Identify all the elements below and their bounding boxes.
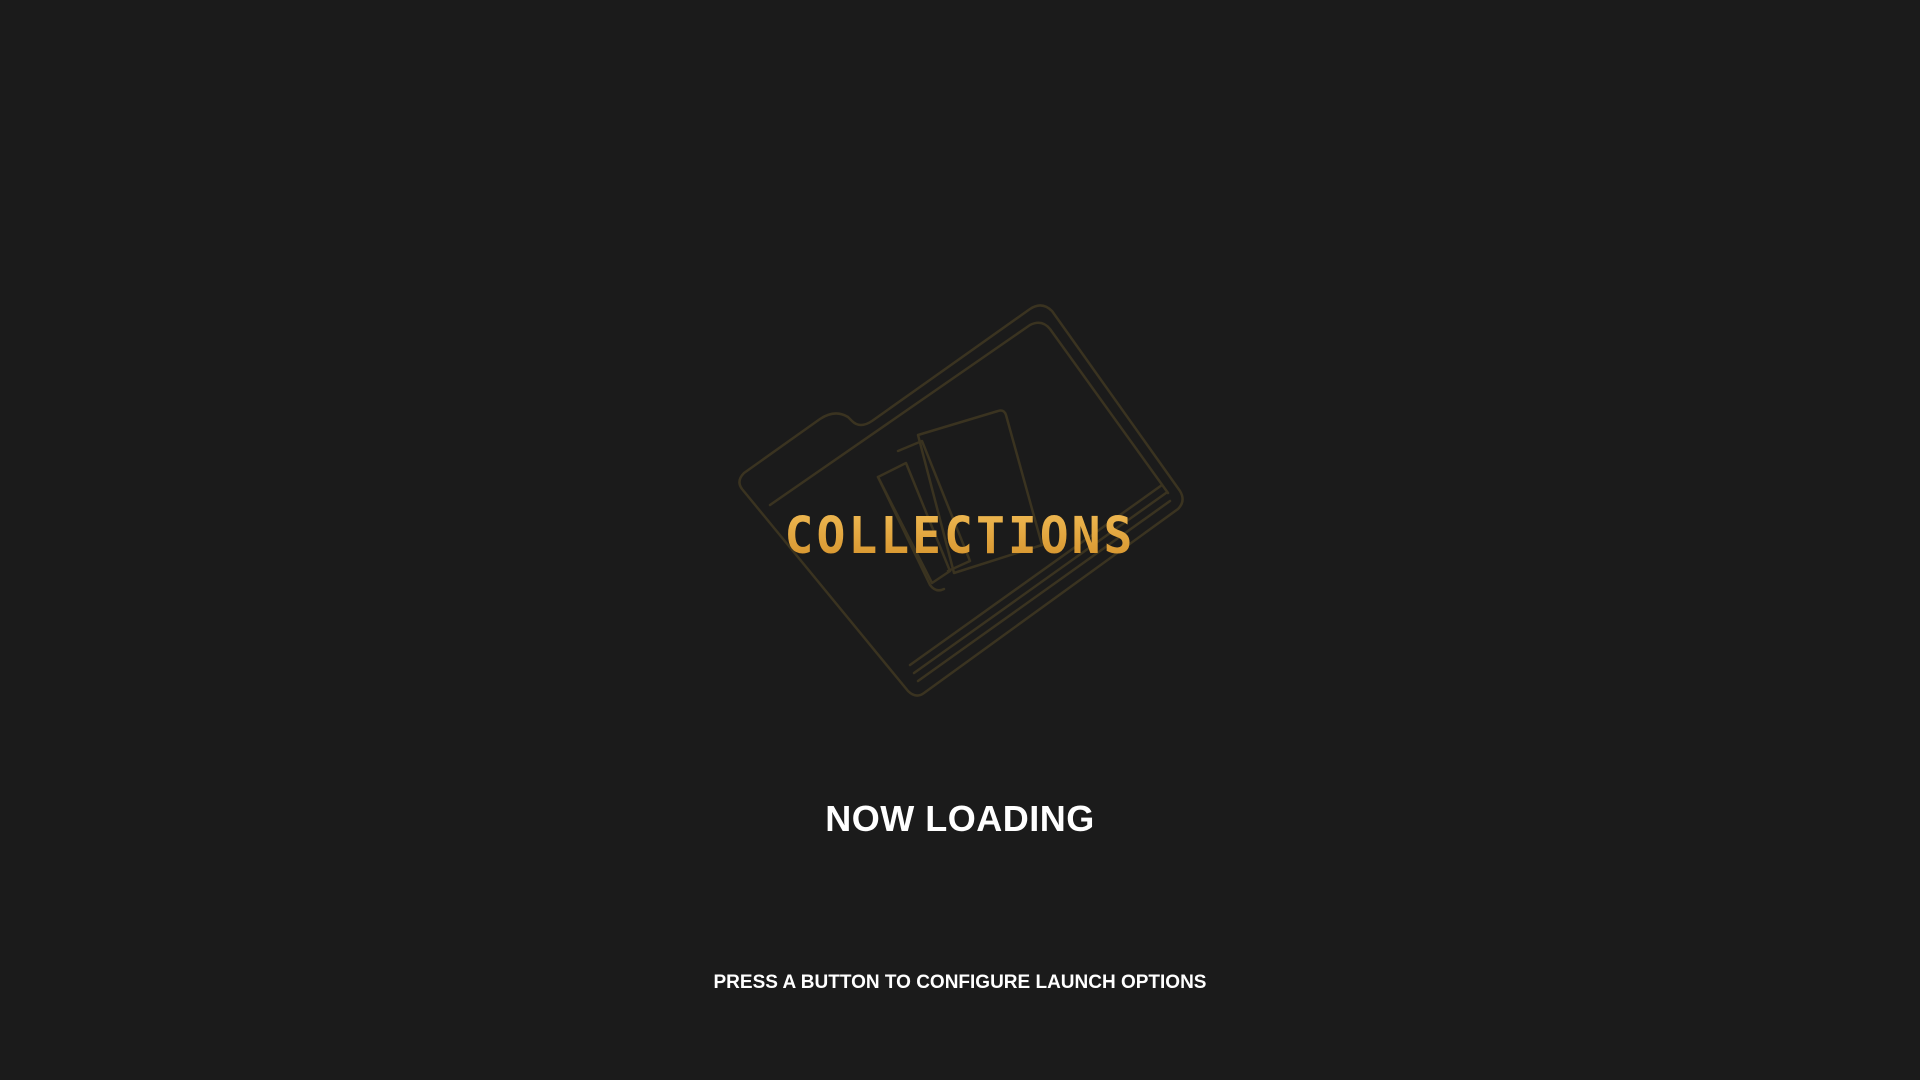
loading-status: NOW LOADING: [825, 798, 1095, 839]
folder-icon: [738, 304, 1184, 697]
loading-screen: COLLECTIONS NOW LOADING PRESS A BUTTON T…: [0, 0, 1920, 1080]
launch-options-hint: PRESS A BUTTON TO CONFIGURE LAUNCH OPTIO…: [713, 972, 1207, 993]
collections-logo: COLLECTIONS: [0, 507, 1920, 566]
